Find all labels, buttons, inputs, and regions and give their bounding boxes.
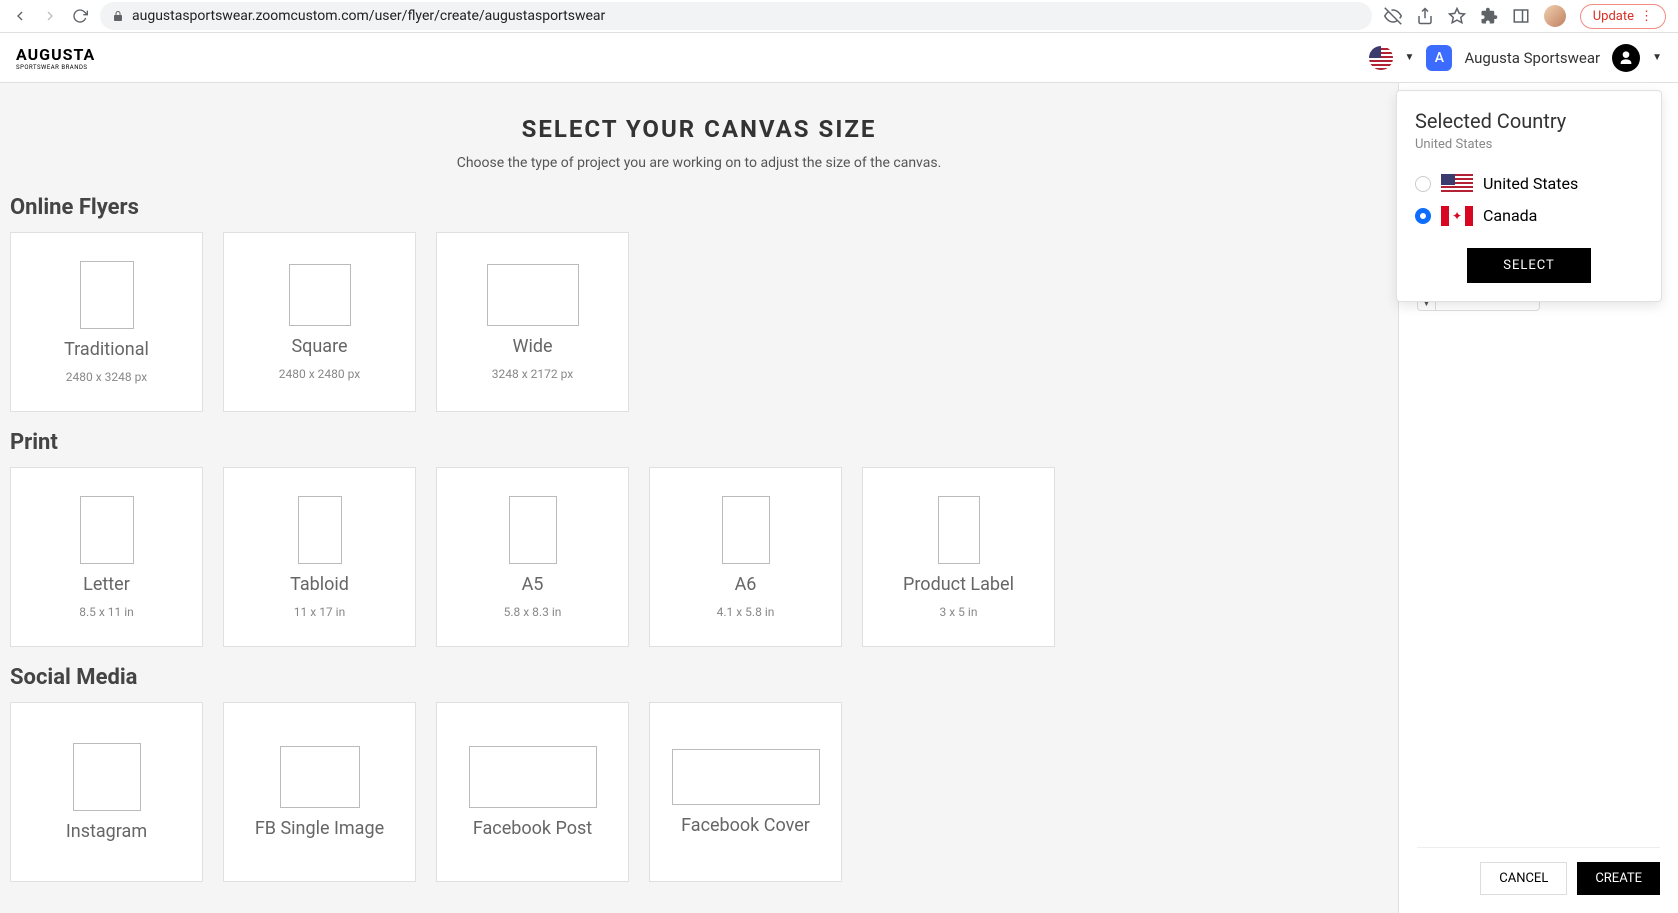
section-title: Print	[10, 430, 1388, 455]
canvas-card[interactable]: Instagram	[10, 702, 203, 882]
canvas-card[interactable]: Traditional 2480 x 3248 px	[10, 232, 203, 412]
canvas-preview	[722, 496, 770, 564]
user-menu-icon[interactable]	[1612, 44, 1640, 72]
canvas-card[interactable]: Facebook Post	[436, 702, 629, 882]
select-country-button[interactable]: SELECT	[1467, 248, 1591, 283]
country-option-ca[interactable]: ✦ Canada	[1415, 200, 1643, 232]
logo[interactable]: AUGUSTA SPORTSWEAR BRANDS	[16, 45, 95, 71]
user-name: Augusta Sportswear	[1464, 49, 1600, 67]
url-text: augustasportswear.zoomcustom.com/user/fl…	[132, 8, 605, 24]
canvas-preview	[469, 746, 597, 808]
update-label: Update	[1593, 9, 1634, 24]
canvas-card[interactable]: Facebook Cover	[649, 702, 842, 882]
canvas-preview	[938, 496, 980, 564]
country-flag-icon[interactable]	[1369, 46, 1393, 70]
canvas-preview	[289, 264, 351, 326]
back-icon[interactable]	[12, 8, 28, 24]
card-dimensions: 4.1 x 5.8 in	[717, 605, 775, 619]
card-name: Traditional	[64, 339, 149, 360]
ca-flag-icon: ✦	[1441, 206, 1473, 226]
dropdown-current-country: United States	[1415, 137, 1643, 152]
reload-icon[interactable]	[72, 8, 88, 24]
card-name: Facebook Post	[473, 818, 592, 839]
card-dimensions: 8.5 x 11 in	[79, 605, 134, 619]
cancel-button[interactable]: CANCEL	[1480, 862, 1567, 895]
country-option-us[interactable]: United States	[1415, 168, 1643, 200]
url-bar[interactable]: augustasportswear.zoomcustom.com/user/fl…	[100, 2, 1372, 30]
card-name: FB Single Image	[255, 818, 384, 839]
radio-icon	[1415, 208, 1431, 224]
card-dimensions: 11 x 17 in	[294, 605, 345, 619]
eye-off-icon[interactable]	[1384, 7, 1402, 25]
card-name: Wide	[512, 336, 552, 357]
card-dimensions: 3248 x 2172 px	[492, 367, 573, 381]
canvas-preview	[672, 749, 820, 805]
canvas-card[interactable]: A5 5.8 x 8.3 in	[436, 467, 629, 647]
canvas-preview	[298, 496, 342, 564]
forward-icon[interactable]	[42, 8, 58, 24]
more-icon: ⋮	[1640, 9, 1653, 24]
create-button[interactable]: CREATE	[1577, 862, 1660, 895]
canvas-preview	[80, 261, 134, 329]
canvas-card[interactable]: Square 2480 x 2480 px	[223, 232, 416, 412]
canvas-card[interactable]: Product Label 3 x 5 in	[862, 467, 1055, 647]
app-header: AUGUSTA SPORTSWEAR BRANDS ▼ A Augusta Sp…	[0, 33, 1678, 83]
us-flag-icon	[1441, 174, 1473, 194]
canvas-preview	[80, 496, 134, 564]
card-name: A5	[522, 574, 544, 595]
card-name: Tabloid	[290, 574, 349, 595]
canvas-card[interactable]: Wide 3248 x 2172 px	[436, 232, 629, 412]
card-name: Letter	[83, 574, 130, 595]
country-option-label: Canada	[1483, 206, 1537, 225]
canvas-card[interactable]: A6 4.1 x 5.8 in	[649, 467, 842, 647]
card-dimensions: 3 x 5 in	[940, 605, 978, 619]
dropdown-title: Selected Country	[1415, 109, 1643, 133]
main-content: SELECT YOUR CANVAS SIZE Choose the type …	[0, 83, 1398, 913]
card-dimensions: 2480 x 2480 px	[279, 367, 360, 381]
canvas-card[interactable]: Tabloid 11 x 17 in	[223, 467, 416, 647]
canvas-preview	[487, 264, 579, 326]
canvas-preview	[73, 743, 141, 811]
panel-icon[interactable]	[1512, 7, 1530, 25]
country-dropdown: Selected Country United States United St…	[1396, 90, 1662, 302]
chevron-down-icon[interactable]: ▼	[1405, 52, 1415, 63]
section-title: Social Media	[10, 665, 1388, 690]
card-dimensions: 5.8 x 8.3 in	[504, 605, 562, 619]
canvas-preview	[509, 496, 557, 564]
card-name: Facebook Cover	[681, 815, 810, 836]
page-subtitle: Choose the type of project you are worki…	[10, 155, 1388, 171]
user-avatar-badge[interactable]: A	[1426, 45, 1452, 71]
card-name: Instagram	[66, 821, 147, 842]
star-icon[interactable]	[1448, 7, 1466, 25]
profile-avatar[interactable]	[1544, 5, 1566, 27]
chevron-down-icon[interactable]: ▼	[1652, 52, 1662, 63]
card-name: Square	[291, 336, 347, 357]
card-name: Product Label	[903, 574, 1014, 595]
browser-toolbar: augustasportswear.zoomcustom.com/user/fl…	[0, 0, 1678, 33]
logo-subtext: SPORTSWEAR BRANDS	[16, 64, 95, 71]
card-name: A6	[735, 574, 757, 595]
canvas-card[interactable]: Letter 8.5 x 11 in	[10, 467, 203, 647]
country-option-label: United States	[1483, 174, 1578, 193]
update-button[interactable]: Update ⋮	[1580, 4, 1666, 29]
section-title: Online Flyers	[10, 195, 1388, 220]
logo-text: AUGUSTA	[16, 45, 95, 64]
extensions-icon[interactable]	[1480, 7, 1498, 25]
page-title: SELECT YOUR CANVAS SIZE	[10, 115, 1388, 143]
share-icon[interactable]	[1416, 7, 1434, 25]
radio-icon	[1415, 176, 1431, 192]
card-dimensions: 2480 x 3248 px	[66, 370, 147, 384]
canvas-preview	[280, 746, 360, 808]
canvas-card[interactable]: FB Single Image	[223, 702, 416, 882]
lock-icon	[112, 10, 124, 22]
